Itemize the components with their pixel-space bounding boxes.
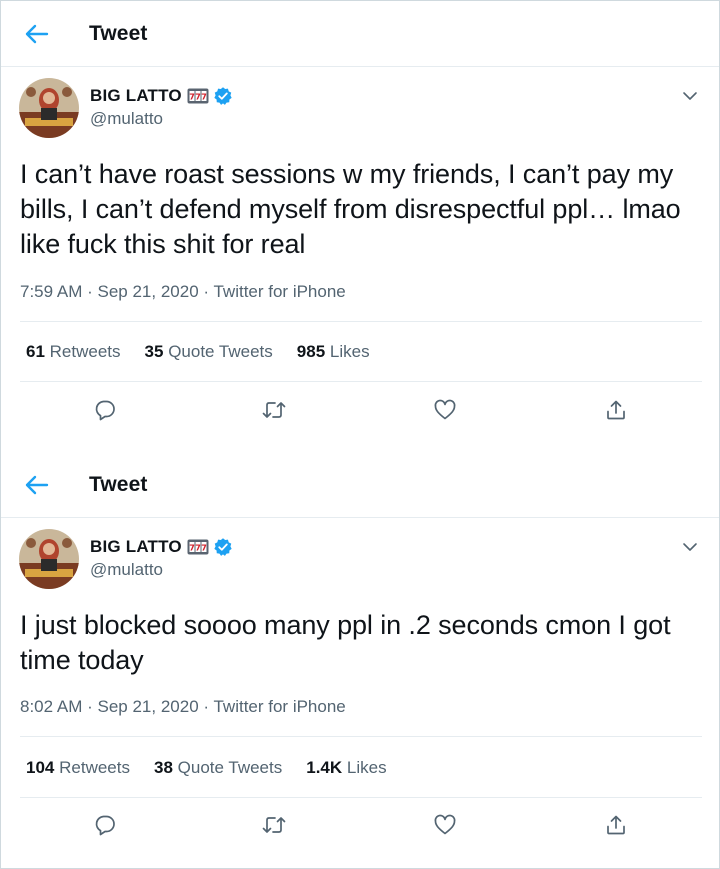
reply-icon — [95, 400, 115, 421]
svg-text:7: 7 — [189, 544, 195, 553]
more-options-button[interactable] — [677, 534, 703, 560]
likes-count: 1.4K — [306, 758, 343, 777]
quotes-label: Quote Tweets — [168, 342, 273, 361]
quotes-count: 38 — [153, 758, 173, 777]
quote-tweets-stat[interactable]: 35 Quote Tweets — [145, 342, 273, 362]
like-button[interactable] — [425, 805, 465, 845]
quotes-count: 35 — [144, 342, 164, 361]
tweet-meta: 7:59 AM · Sep 21, 2020 · Twitter for iPh… — [20, 282, 346, 301]
likes-stat[interactable]: 985 Likes — [297, 342, 370, 362]
quote-tweets-stat[interactable]: 38 Quote Tweets — [154, 758, 282, 778]
tweet-header: Tweet — [1, 452, 719, 518]
more-options-button[interactable] — [677, 83, 703, 109]
retweet-icon — [262, 402, 286, 418]
retweet-button[interactable] — [254, 390, 294, 430]
tweet-actions — [1, 390, 719, 430]
tweet-header: Tweet — [1, 1, 719, 67]
tweet-text: I can’t have roast sessions w my friends… — [20, 159, 681, 259]
back-button[interactable] — [1, 1, 73, 67]
retweet-icon — [262, 817, 286, 833]
retweets-label: Retweets — [49, 342, 121, 361]
tweet-time[interactable]: 8:02 AM — [20, 697, 82, 716]
arrow-left-icon — [25, 475, 49, 494]
tweet-author: BIG LATTO 7 7 7 @mulatto — [1, 67, 719, 147]
reply-button[interactable] — [85, 805, 125, 845]
tweet-stats: 104 Retweets 38 Quote Tweets 1.4K Likes — [26, 758, 411, 778]
like-button[interactable] — [425, 390, 465, 430]
avatar[interactable] — [19, 529, 79, 589]
header-title: Tweet — [89, 21, 148, 45]
likes-stat[interactable]: 1.4K Likes — [306, 758, 386, 778]
tweet-author: BIG LATTO 7 7 7 @mulatto — [1, 518, 719, 598]
divider — [20, 736, 702, 737]
likes-label: Likes — [329, 342, 370, 361]
tweet-meta: 8:02 AM · Sep 21, 2020 · Twitter for iPh… — [20, 697, 346, 716]
retweets-count: 104 — [26, 758, 55, 777]
chevron-down-icon — [683, 92, 697, 100]
back-button[interactable] — [1, 452, 73, 518]
divider — [20, 321, 702, 322]
likes-label: Likes — [346, 758, 387, 777]
likes-count: 985 — [296, 342, 326, 361]
author-handle[interactable]: @mulatto — [90, 109, 163, 129]
verified-badge-icon — [213, 537, 233, 557]
tweet-source[interactable]: Twitter for iPhone — [213, 697, 345, 716]
divider — [20, 381, 702, 382]
retweets-label: Retweets — [59, 758, 130, 777]
svg-text:7: 7 — [201, 544, 207, 553]
share-button[interactable] — [596, 390, 636, 430]
reply-icon — [95, 815, 115, 836]
quotes-label: Quote Tweets — [177, 758, 283, 777]
tweet-date[interactable]: Sep 21, 2020 — [98, 282, 199, 301]
tweet-time[interactable]: 7:59 AM — [20, 282, 82, 301]
retweet-button[interactable] — [254, 805, 294, 845]
slot-machine-icon: 7 7 7 — [187, 539, 209, 555]
tweet-source[interactable]: Twitter for iPhone — [213, 282, 345, 301]
author-name[interactable]: BIG LATTO — [90, 537, 182, 557]
tweet-stats: 61 Retweets 35 Quote Tweets 985 Likes — [26, 342, 394, 362]
tweet-actions — [1, 805, 719, 845]
author-name[interactable]: BIG LATTO — [90, 86, 182, 106]
heart-icon — [434, 399, 456, 420]
share-icon — [607, 400, 625, 420]
retweets-stat[interactable]: 104 Retweets — [26, 758, 130, 778]
svg-text:7: 7 — [201, 93, 207, 102]
divider — [20, 797, 702, 798]
tweet-date[interactable]: Sep 21, 2020 — [98, 697, 199, 716]
verified-badge-icon — [213, 86, 233, 106]
heart-icon — [434, 814, 456, 835]
svg-text:7: 7 — [189, 93, 195, 102]
author-handle[interactable]: @mulatto — [90, 560, 163, 580]
avatar[interactable] — [19, 78, 79, 138]
tweet-text: I just blocked soooo many ppl in .2 seco… — [20, 610, 671, 675]
svg-text:7: 7 — [195, 93, 201, 102]
svg-text:7: 7 — [195, 544, 201, 553]
header-title: Tweet — [89, 472, 148, 496]
tweet-detail-2: Tweet BIG LATTO 7 7 7 @mulatto I just bl… — [1, 452, 719, 836]
chevron-down-icon — [683, 543, 697, 551]
retweets-count: 61 — [26, 342, 45, 361]
share-button[interactable] — [596, 805, 636, 845]
slot-machine-icon: 7 7 7 — [187, 88, 209, 104]
retweets-stat[interactable]: 61 Retweets — [26, 342, 121, 362]
reply-button[interactable] — [85, 390, 125, 430]
tweet-detail-1: Tweet BIG LATTO 7 7 7 @mulatto I can’t h… — [1, 1, 719, 421]
share-icon — [607, 815, 625, 835]
arrow-left-icon — [25, 24, 49, 43]
